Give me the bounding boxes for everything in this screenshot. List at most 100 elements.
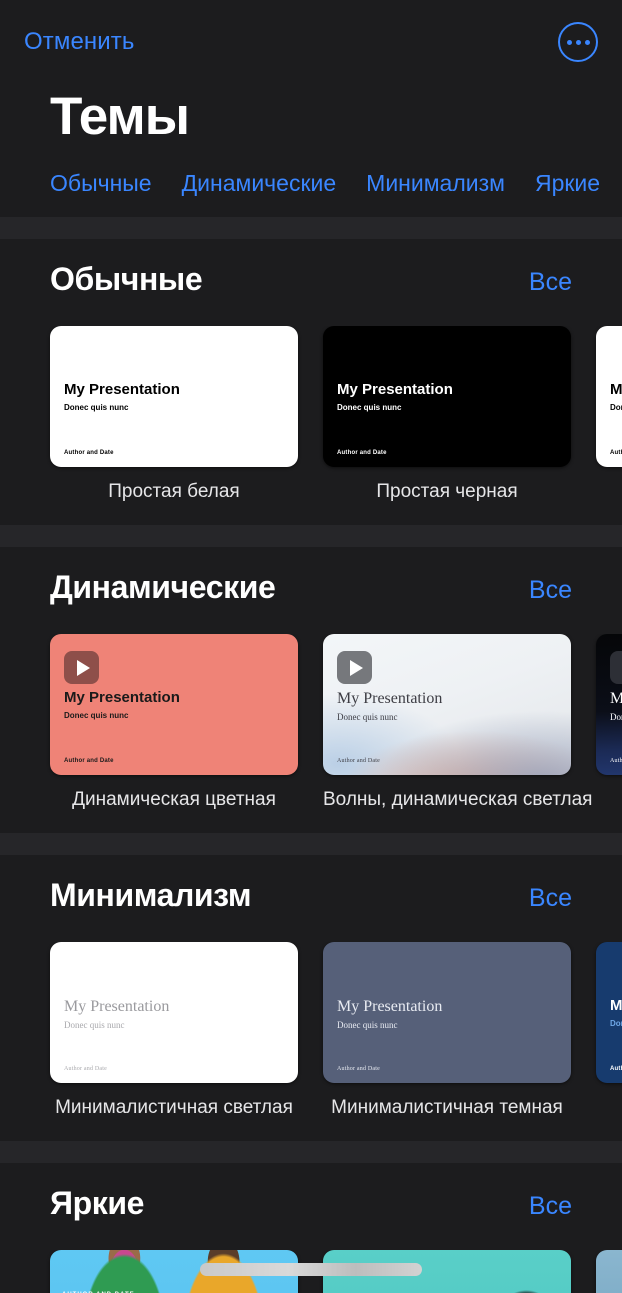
slide-footer: Author and Date xyxy=(610,1066,622,1073)
slide-title: My Presentation xyxy=(64,381,180,399)
section-header: Обычные Все xyxy=(0,261,622,298)
theme-cell[interactable]: My Presentation Donec quis nunc Author a… xyxy=(50,634,298,811)
play-icon xyxy=(610,651,622,685)
section-minimalizm: Минимализм Все My Presentation Donec qui… xyxy=(0,855,622,1142)
theme-name: Во xyxy=(596,789,622,811)
section-header: Динамические Все xyxy=(0,569,622,606)
slide-body: My Presentation Donec quis nunc xyxy=(64,998,284,1030)
slide-body: My Presentation Donec quis nunc xyxy=(610,690,622,722)
theme-cell[interactable]: My Presentation Donec quis nunc Author a… xyxy=(323,942,571,1119)
theme-card-prostaya-chernaya[interactable]: My Presentation Donec quis nunc Author a… xyxy=(323,326,571,468)
ellipsis-dot xyxy=(575,39,581,45)
theme-card-partial[interactable]: My Presentation Donec quis nunc Author a… xyxy=(596,326,622,468)
slide-title: My Presentation xyxy=(337,998,443,1016)
slide-subtitle: Donec quis nunc xyxy=(64,710,129,720)
theme-card-yarkaya-3[interactable] xyxy=(596,1250,622,1293)
see-all-link[interactable]: Все xyxy=(529,884,572,913)
slide-preview: My Presentation Donec quis nunc Author a… xyxy=(596,942,622,1083)
theme-card-prostaya-belaya[interactable]: My Presentation Donec quis nunc Author a… xyxy=(50,326,298,468)
section-divider xyxy=(0,833,622,856)
slide-preview: My Presentation Donec quis nunc Author a… xyxy=(596,634,622,775)
slide-subtitle: Donec quis nunc xyxy=(337,402,402,412)
section-title: Минимализм xyxy=(50,877,252,914)
slide-subtitle: Donec quis nunc xyxy=(64,402,129,412)
play-icon xyxy=(337,651,372,685)
slide-preview: My Presentation Donec quis nunc Author a… xyxy=(323,634,571,775)
slide-preview: My Presentation Donec quis nunc Author a… xyxy=(50,326,298,467)
slide-subtitle: Donec quis nunc xyxy=(610,711,622,722)
theme-name: Динамическая цветная xyxy=(72,789,276,811)
slide-footer: Author and Date xyxy=(64,450,114,457)
ellipsis-dot xyxy=(566,39,572,45)
theme-cell[interactable]: My Presentation Donec quis nunc Author a… xyxy=(596,942,622,1119)
see-all-link[interactable]: Все xyxy=(529,576,572,605)
tab-minimalizm[interactable]: Минимализм xyxy=(366,170,505,197)
theme-name: Простая черная xyxy=(376,481,518,503)
section-divider xyxy=(0,217,622,240)
slide-footer: Author and Date xyxy=(64,758,114,765)
theme-cell[interactable]: My Presentation Donec quis nunc Author a… xyxy=(323,326,571,503)
theme-row[interactable]: My Presentation Donec quis nunc Author a… xyxy=(0,634,622,811)
slide-title: My Presentation xyxy=(64,998,170,1016)
ellipsis-dot xyxy=(584,39,590,45)
slide-subtitle: Donec quis nunc xyxy=(337,711,398,722)
horizontal-scrollbar[interactable] xyxy=(200,1263,422,1276)
slide-preview: My Presentation Donec quis nunc Author a… xyxy=(50,942,298,1083)
section-header: Минимализм Все xyxy=(0,877,622,914)
page-title: Темы xyxy=(50,87,190,146)
cancel-button[interactable]: Отменить xyxy=(24,28,134,56)
slide-title: My Presentation xyxy=(337,690,443,708)
slide-preview: My Presentation Donec quis nunc Author a… xyxy=(596,326,622,467)
slide-subtitle: Donec quis nunc xyxy=(610,1018,622,1028)
theme-cell[interactable]: My Presentation Donec quis nunc Author a… xyxy=(323,634,593,811)
slide-footer: Author and Date xyxy=(337,758,380,765)
theme-cell[interactable] xyxy=(596,1250,622,1293)
theme-card-minimal-temnaya[interactable]: My Presentation Donec quis nunc Author a… xyxy=(323,942,571,1084)
slide-body: My Presentation Donec quis nunc xyxy=(337,998,557,1030)
see-all-link[interactable]: Все xyxy=(529,1192,572,1221)
section-title: Яркие xyxy=(50,1185,145,1222)
tab-obychnye[interactable]: Обычные xyxy=(50,170,152,197)
theme-cell[interactable]: My Presentation Donec quis nunc Author a… xyxy=(596,326,622,503)
tab-dinamicheskie[interactable]: Динамические xyxy=(182,170,337,197)
theme-name: Простая белая xyxy=(108,481,240,503)
theme-card-volny-temnaya[interactable]: My Presentation Donec quis nunc Author a… xyxy=(596,634,622,776)
slide-preview: My Presentation Donec quis nunc Author a… xyxy=(50,634,298,775)
theme-card-volny-svetlaya[interactable]: My Presentation Donec quis nunc Author a… xyxy=(323,634,571,776)
slide-title: My Presentation xyxy=(610,381,622,399)
tab-yarkie[interactable]: Яркие xyxy=(535,170,600,197)
theme-name: Волны, динамическая светлая xyxy=(323,789,593,811)
theme-cell[interactable]: My Presentation Donec quis nunc Author a… xyxy=(50,942,298,1119)
see-all-link[interactable]: Все xyxy=(529,268,572,297)
section-header: Яркие Все xyxy=(0,1185,622,1222)
ellipsis-circle-icon[interactable] xyxy=(558,22,598,62)
slide-preview: My Presentation Donec quis nunc Author a… xyxy=(323,326,571,467)
slide-subtitle: Donec quis nunc xyxy=(337,1019,398,1030)
play-icon xyxy=(64,651,99,685)
theme-cell[interactable]: My Presentation Donec quis nunc Author a… xyxy=(50,326,298,503)
slide-title: My Presentation xyxy=(64,689,180,707)
theme-card-minimal-navy[interactable]: My Presentation Donec quis nunc Author a… xyxy=(596,942,622,1084)
theme-cell[interactable]: My Presentation Donec quis nunc Author a… xyxy=(596,634,622,811)
slide-body: My Presentation Donec quis nunc xyxy=(64,690,284,720)
category-tabs: Обычные Динамические Минимализм Яркие xyxy=(0,170,622,197)
theme-card-dinamicheskaya-cvetnaya[interactable]: My Presentation Donec quis nunc Author a… xyxy=(50,634,298,776)
slide-body: My Presentation Donec quis nunc xyxy=(64,382,284,412)
slide-footer: Author and Date xyxy=(610,758,622,765)
themes-screen: Отменить Темы Обычные Динамические Миним… xyxy=(0,0,622,1293)
theme-row[interactable]: My Presentation Donec quis nunc Author a… xyxy=(0,326,622,503)
theme-card-minimal-svetlaya[interactable]: My Presentation Donec quis nunc Author a… xyxy=(50,942,298,1084)
slide-body: My Presentation Donec quis nunc xyxy=(610,382,622,412)
slide-subtitle: Donec quis nunc xyxy=(610,402,622,412)
slide-title: My Presentation xyxy=(337,381,453,399)
slide-preview: My Presentation Donec quis nunc Author a… xyxy=(323,942,571,1083)
theme-name: Минималистичная светлая xyxy=(55,1097,293,1119)
slide-title: My Presentation xyxy=(610,997,622,1015)
slide-title: My Presentation xyxy=(610,690,622,708)
section-divider xyxy=(0,1141,622,1164)
theme-row[interactable]: My Presentation Donec quis nunc Author a… xyxy=(0,942,622,1119)
top-bar: Отменить xyxy=(0,0,622,84)
slide-body: My Presentation Donec quis nunc xyxy=(610,998,622,1028)
theme-name: Минималистичная темная xyxy=(331,1097,563,1119)
slide-footer: Author and Date xyxy=(337,450,387,457)
